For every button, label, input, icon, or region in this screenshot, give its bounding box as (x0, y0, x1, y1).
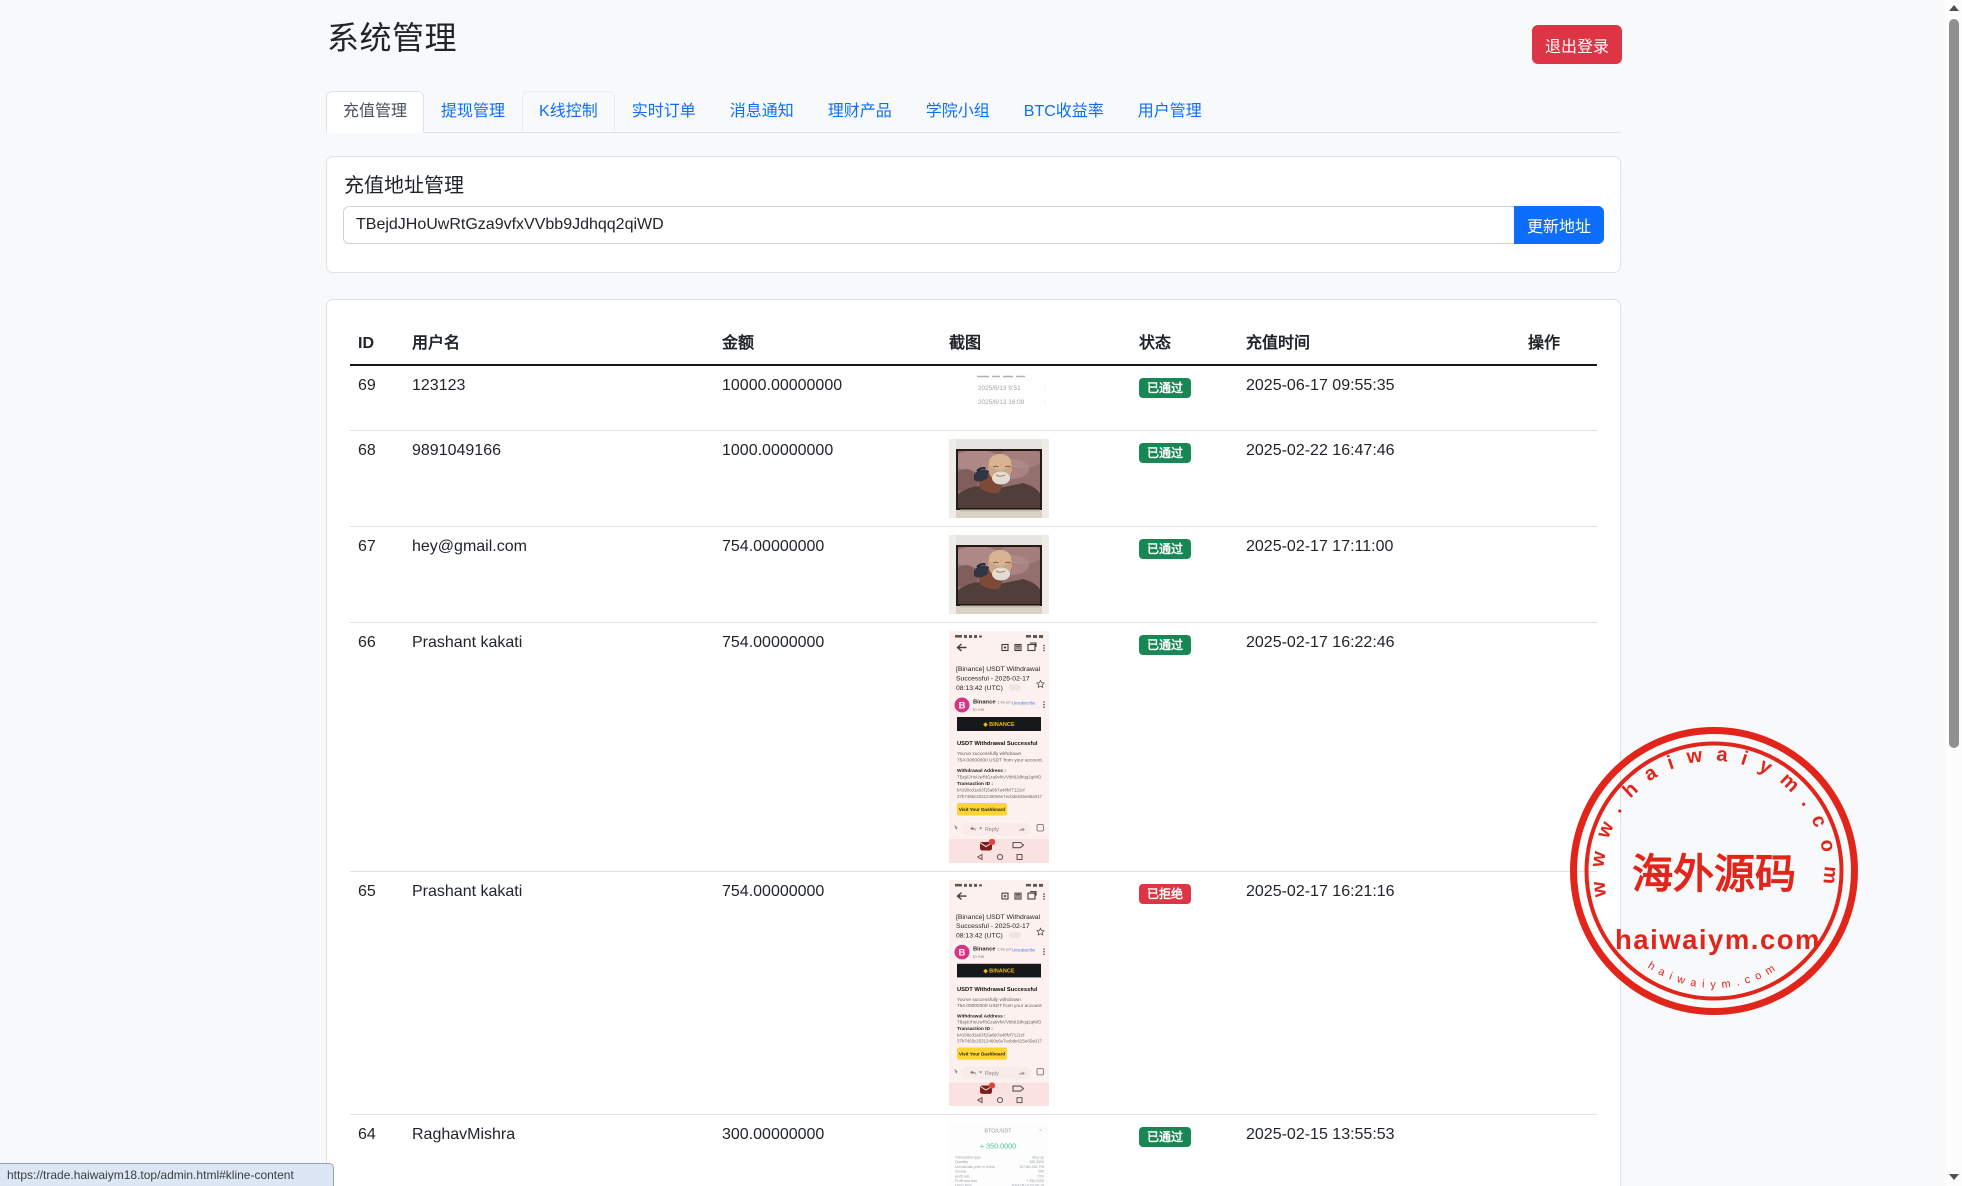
svg-text:Transaction type: Transaction type (955, 1156, 981, 1160)
svg-text:107181.051 PM: 107181.051 PM (1019, 1165, 1044, 1169)
svg-text:Unrealizate price in check: Unrealizate price in check (955, 1165, 995, 1169)
svg-text:海外源码: 海外源码 (1632, 851, 1796, 897)
svg-text:www.haiwaiym.com: www.haiwaiym.com (1586, 743, 1842, 899)
svg-text:+ 350.0000: + 350.0000 (1026, 1179, 1044, 1183)
svg-text:Income: Income (955, 1170, 967, 1174)
svg-text:×: × (1039, 1128, 1042, 1134)
svg-text:2025/6/13 16:09: 2025/6/13 16:09 (978, 399, 1025, 406)
svg-text:Quantity: Quantity (955, 1160, 968, 1164)
svg-text:Buy Up: Buy Up (1033, 1156, 1045, 1160)
svg-text:haiwaiym.com: haiwaiym.com (1646, 960, 1783, 991)
svg-text:profit rais: profit rais (955, 1174, 970, 1178)
svg-text:70%: 70% (1037, 1174, 1044, 1178)
svg-text:350: 350 (1038, 1170, 1044, 1174)
svg-text:+ 350.0000: + 350.0000 (980, 1142, 1016, 1151)
svg-text:Profit and loss: Profit and loss (955, 1179, 977, 1183)
svg-text:BTO/USDT: BTO/USDT (984, 1129, 1012, 1135)
svg-text:350.0000: 350.0000 (1029, 1160, 1044, 1164)
svg-text:haiwaiym.com: haiwaiym.com (1615, 924, 1821, 955)
svg-text:2025/6/13 9:51: 2025/6/13 9:51 (978, 385, 1021, 392)
